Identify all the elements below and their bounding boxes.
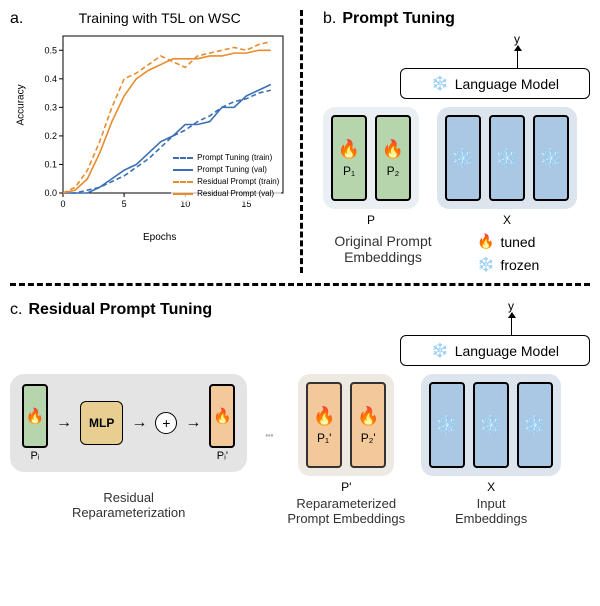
svg-text:5: 5 <box>122 199 127 209</box>
input-token: ❄️ <box>533 115 569 201</box>
fire-icon: 🔥 <box>477 233 494 250</box>
legend-pt-val: Prompt Tuning (val) <box>197 164 267 176</box>
reparam-caption: Reparameterized Prompt Embeddings <box>287 496 405 526</box>
input-token: ❄️ <box>473 382 509 468</box>
language-model-box-c: ❄️ Language Model <box>400 335 590 366</box>
y-axis-label: Accuracy <box>16 84 27 125</box>
prompt-token-p1: 🔥 P₁ <box>331 115 367 201</box>
svg-text:0.5: 0.5 <box>45 45 58 55</box>
lm-label: Language Model <box>455 76 559 92</box>
panel-a: a. Training with T5L on WSC Accuracy 0.0… <box>10 10 290 273</box>
pi-prime-token: 🔥 <box>209 384 235 448</box>
panel-b-label: b. <box>323 10 336 28</box>
x-axis-label: Epochs <box>29 232 290 243</box>
panel-a-label: a. <box>10 10 23 28</box>
fire-icon: 🔥 <box>382 139 404 160</box>
top-row: a. Training with T5L on WSC Accuracy 0.0… <box>10 10 590 286</box>
arrow-right-icon: → <box>131 414 147 432</box>
snowflake-icon: ❄️ <box>540 148 562 169</box>
arrow-right-icon: → <box>56 414 72 432</box>
svg-text:0.2: 0.2 <box>45 131 58 141</box>
residual-reparam-block: 🔥 Pᵢ → MLP → + → 🔥 Pᵢ' Residual Reparame… <box>10 374 247 520</box>
lm-label-c: Language Model <box>455 343 559 359</box>
language-model-box: ❄️ Language Model <box>400 68 590 99</box>
pi-label: Pᵢ <box>30 450 39 462</box>
x-label-c: X <box>487 480 495 494</box>
line-chart: Accuracy 0.00.10.20.30.40.5051015 Prompt… <box>29 30 289 230</box>
panel-c: c. Residual Prompt Tuning y ❄️ Language … <box>10 286 590 526</box>
fire-icon: 🔥 <box>338 139 360 160</box>
mlp-box: MLP <box>80 401 123 445</box>
input-embedding-group: ❄️ ❄️ ❄️ <box>437 107 577 209</box>
svg-text:0.4: 0.4 <box>45 74 58 84</box>
residual-caption: Residual Reparameterization <box>72 490 185 520</box>
input-embeddings-col: ❄️ ❄️ ❄️ X Input Embeddings <box>421 374 561 526</box>
legend-pt-train: Prompt Tuning (train) <box>197 152 272 164</box>
input-token: ❄️ <box>445 115 481 201</box>
snowflake-icon: ❄️ <box>477 256 494 273</box>
snowflake-icon: ❄️ <box>480 415 502 436</box>
panel-c-title: Residual Prompt Tuning <box>28 301 212 319</box>
p1-prime-token: 🔥 P₁' <box>306 382 342 468</box>
p-prime-label: P' <box>341 480 351 494</box>
panel-b-title: Prompt Tuning <box>342 10 455 28</box>
p1-label: P₁ <box>343 164 355 178</box>
reparam-prompt-col: 🔥 P₁' 🔥 P₂' P' Reparameterized Prompt Em… <box>287 374 405 526</box>
original-prompt-caption: Original Prompt Embeddings <box>323 233 443 265</box>
zoom-lines-icon: ··· <box>263 424 271 447</box>
output-y-label-c: y <box>508 299 514 313</box>
fire-icon: 🔥 <box>357 406 379 427</box>
pi-prime-label: Pᵢ' <box>217 450 228 462</box>
p2-prime-label: P₂' <box>361 431 376 445</box>
snowflake-icon: ❄️ <box>452 148 474 169</box>
legend-rp-val: Residual Prompt (val) <box>197 188 274 200</box>
output-arrow-c: y <box>508 299 514 335</box>
snowflake-icon: ❄️ <box>496 148 518 169</box>
input-token: ❄️ <box>489 115 525 201</box>
vertical-divider <box>300 10 303 273</box>
x-group-label: X <box>503 213 511 227</box>
input-caption: Input Embeddings <box>455 496 527 526</box>
chart-legend: Prompt Tuning (train) Prompt Tuning (val… <box>171 150 281 202</box>
pi-token: 🔥 <box>22 384 48 448</box>
prompt-token-p2: 🔥 P₂ <box>375 115 411 201</box>
input-token: ❄️ <box>429 382 465 468</box>
input-token: ❄️ <box>517 382 553 468</box>
svg-text:0.1: 0.1 <box>45 159 58 169</box>
prompt-embedding-group: 🔥 P₁ 🔥 P₂ <box>323 107 419 209</box>
svg-text:0: 0 <box>61 199 66 209</box>
legend-rp-train: Residual Prompt (train) <box>197 176 279 188</box>
panel-c-label: c. <box>10 301 22 319</box>
snowflake-icon: ❄️ <box>524 415 546 436</box>
svg-text:0.3: 0.3 <box>45 102 58 112</box>
p-group-label: P <box>367 213 375 227</box>
snowflake-icon: ❄️ <box>436 415 458 436</box>
fire-icon: 🔥 <box>313 406 335 427</box>
p2-prime-token: 🔥 P₂' <box>350 382 386 468</box>
output-arrow: y <box>514 32 520 68</box>
arrow-right-icon: → <box>185 414 201 432</box>
panel-b: b. Prompt Tuning y ❄️ Language Model � <box>313 10 590 273</box>
output-y-label: y <box>514 32 520 46</box>
p2-label: P₂ <box>387 164 400 178</box>
figure-container: a. Training with T5L on WSC Accuracy 0.0… <box>0 0 600 536</box>
tuned-frozen-legend: 🔥 tuned ❄️ frozen <box>477 233 539 273</box>
chart-title: Training with T5L on WSC <box>29 10 290 26</box>
svg-text:0.0: 0.0 <box>45 188 58 198</box>
p1-prime-label: P₁' <box>317 431 331 445</box>
snowflake-icon: ❄️ <box>431 342 448 359</box>
frozen-label: frozen <box>500 257 539 273</box>
embedding-row: 🔥 P₁ 🔥 P₂ P ❄️ ❄️ ❄️ <box>323 107 590 227</box>
snowflake-icon: ❄️ <box>431 75 448 92</box>
plus-icon: + <box>155 412 177 434</box>
tuned-label: tuned <box>500 234 535 250</box>
reparam-box: 🔥 Pᵢ → MLP → + → 🔥 Pᵢ' <box>10 374 247 472</box>
